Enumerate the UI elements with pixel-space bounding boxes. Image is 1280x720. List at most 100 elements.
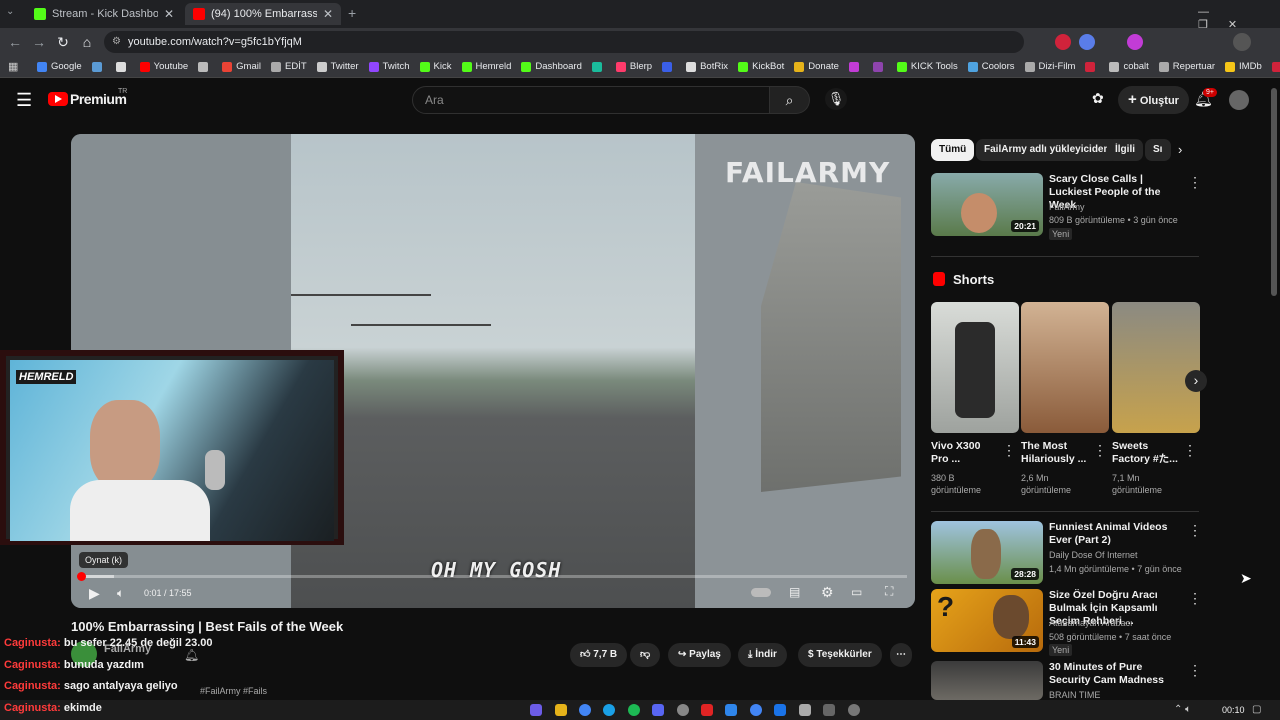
tab-youtube[interactable]: (94) 100% Embarrassing | Best Fails ✕	[185, 3, 341, 25]
video-thumbnail[interactable]: 28:28	[931, 521, 1043, 584]
short-thumbnail[interactable]	[1112, 302, 1200, 433]
channel-name[interactable]: Atanamayan Arabacı	[1049, 617, 1133, 629]
more-icon[interactable]: ⋮	[1093, 442, 1107, 459]
video-thumbnail[interactable]: ? 11:43	[931, 589, 1043, 652]
short-title[interactable]: Sweets Factory #た...	[1112, 440, 1180, 466]
fullscreen-icon[interactable]: ⛶	[885, 584, 893, 599]
video-title[interactable]: 30 Minutes of Pure Security Cam Madness	[1049, 661, 1181, 687]
bookmark-item[interactable]: Repertuar	[1156, 61, 1218, 72]
more-icon[interactable]: ⋮	[1188, 662, 1202, 679]
autoplay-toggle[interactable]	[751, 588, 771, 597]
thanks-button[interactable]: $ Teşekkürler	[798, 643, 882, 667]
new-tab-button[interactable]: +	[348, 5, 356, 21]
bookmark-item[interactable]	[89, 61, 109, 72]
video-thumbnail[interactable]: 20:21	[931, 173, 1043, 236]
bookmark-item[interactable]: Youtube	[137, 61, 192, 72]
short-thumbnail[interactable]	[1021, 302, 1109, 433]
app-icon[interactable]	[799, 704, 811, 716]
back-icon[interactable]: ←	[6, 33, 24, 51]
notification-icon[interactable]: ▢	[1252, 704, 1261, 715]
bookmark-item[interactable]: cobalt	[1106, 61, 1151, 72]
chip-more[interactable]: Sı	[1145, 139, 1171, 161]
dislike-button[interactable]: 👎︎	[630, 643, 661, 667]
video-thumbnail[interactable]	[931, 661, 1043, 700]
forward-icon[interactable]: →	[30, 33, 48, 51]
bookmark-item[interactable]: IMDb	[1222, 61, 1265, 72]
bookmark-item[interactable]: Google	[34, 61, 85, 72]
extension-icon[interactable]	[1079, 34, 1095, 50]
app-icon[interactable]	[701, 704, 713, 716]
bookmark-item[interactable]: Dizi-Film	[1022, 61, 1079, 72]
video-tags[interactable]: #FailArmy #Fails	[200, 686, 267, 696]
bookmark-item[interactable]: Dashboard	[518, 61, 584, 72]
site-info-icon[interactable]: ⚙	[112, 31, 121, 53]
chrome-icon[interactable]	[579, 704, 591, 716]
app-icon[interactable]	[774, 704, 786, 716]
more-button[interactable]: ⋯	[890, 643, 912, 667]
profile-avatar[interactable]	[1233, 33, 1251, 51]
short-title[interactable]: Vivo X300 Pro ...	[931, 440, 999, 466]
bookmark-item[interactable]: EDİT	[268, 61, 310, 72]
folder-icon[interactable]	[555, 704, 567, 716]
tab-kick-dashboard[interactable]: Stream - Kick Dashboard ✕	[26, 3, 182, 25]
share-button[interactable]: ↪ Paylaş	[668, 643, 731, 667]
chevron-right-icon[interactable]: ›	[1185, 370, 1207, 392]
bookmark-item[interactable]: Kick	[417, 61, 455, 72]
more-icon[interactable]: ⋮	[1002, 442, 1016, 459]
bookmark-item[interactable]	[195, 61, 215, 72]
reload-icon[interactable]: ↻	[54, 33, 72, 51]
bookmark-item[interactable]	[113, 61, 133, 72]
url-input[interactable]: ⚙ youtube.com/watch?v=g5fc1bYfjqM	[104, 31, 1024, 53]
chevron-right-icon[interactable]: ›	[1178, 142, 1182, 157]
more-icon[interactable]: ⋮	[1188, 590, 1202, 607]
bookmark-item[interactable]: BotRix	[683, 61, 731, 72]
subtitles-icon[interactable]: ▤	[789, 585, 800, 599]
bookmark-item[interactable]: Donate	[791, 61, 842, 72]
bookmark-item[interactable]	[1082, 61, 1102, 72]
bookmark-item[interactable]: KickBot	[735, 61, 787, 72]
app-icon[interactable]	[848, 704, 860, 716]
bookmark-item[interactable]	[589, 61, 609, 72]
short-title[interactable]: The Most Hilariously ...	[1021, 440, 1089, 466]
progress-bar[interactable]	[77, 572, 907, 581]
tray-icons[interactable]: ⌃ 🔈︎	[1174, 704, 1191, 715]
avatar[interactable]	[1229, 90, 1249, 110]
like-button[interactable]: 👍︎ 7,7 B	[570, 643, 628, 667]
bookmark-item[interactable]: Blerp	[613, 61, 655, 72]
discord-icon[interactable]	[652, 704, 664, 716]
more-icon[interactable]: ⋮	[1188, 522, 1202, 539]
volume-icon[interactable]: 🔈︎	[117, 586, 124, 601]
create-button[interactable]: + Oluştur	[1118, 86, 1189, 114]
search-button[interactable]: ⌕	[770, 86, 810, 114]
search-input[interactable]: Ara	[412, 86, 770, 114]
more-icon[interactable]: ⋮	[1188, 174, 1202, 191]
close-icon[interactable]: ✕	[323, 7, 333, 21]
bookmark-item[interactable]	[846, 61, 866, 72]
extension-icon[interactable]	[1127, 34, 1143, 50]
channel-name[interactable]: FailArmy	[1049, 201, 1085, 213]
settings-icon[interactable]: ⚙	[821, 584, 834, 601]
app-icon[interactable]	[725, 704, 737, 716]
bookmark-item[interactable]: Hemreld	[459, 61, 515, 72]
tab-search-icon[interactable]: ⌄	[6, 6, 14, 17]
bookmark-item[interactable]: Gmail	[219, 61, 264, 72]
scrollbar-thumb[interactable]	[1271, 88, 1277, 296]
chip-uploader[interactable]: FailArmy adlı yükleyiciden	[976, 139, 1118, 161]
bookmark-item[interactable]: KICK Tools	[894, 61, 961, 72]
app-icon[interactable]	[823, 704, 835, 716]
bookmark-item[interactable]: Twitch	[366, 61, 413, 72]
edge-icon[interactable]	[603, 704, 615, 716]
bookmark-item[interactable]	[659, 61, 679, 72]
spotify-icon[interactable]	[628, 704, 640, 716]
app-icon[interactable]	[530, 704, 542, 716]
bookmark-item[interactable]: LevelDev	[1269, 61, 1280, 72]
home-icon[interactable]: ⌂	[78, 33, 96, 51]
chrome-icon[interactable]	[750, 704, 762, 716]
mic-icon[interactable]: 🎙	[825, 88, 847, 110]
obs-icon[interactable]	[677, 704, 689, 716]
close-icon[interactable]: ✕	[164, 7, 174, 21]
bell-icon[interactable]: 🔔︎	[184, 648, 199, 662]
more-icon[interactable]: ⋮	[1183, 442, 1197, 459]
extension-icon[interactable]	[1055, 34, 1071, 50]
bookmark-item[interactable]: Twitter	[314, 61, 362, 72]
